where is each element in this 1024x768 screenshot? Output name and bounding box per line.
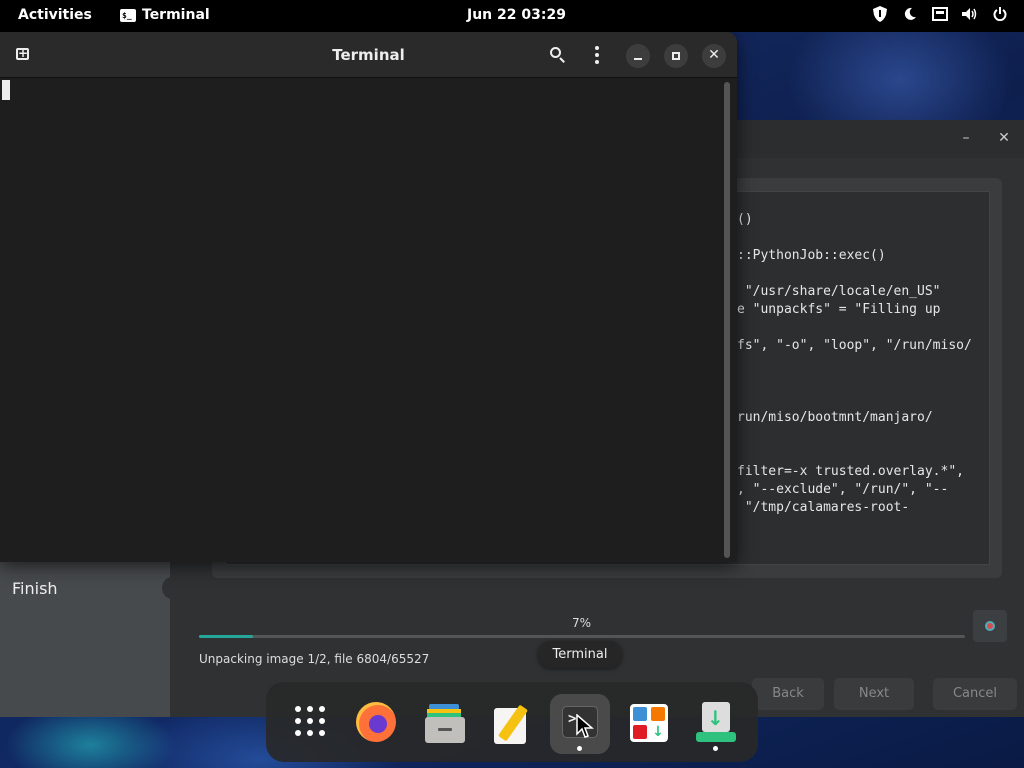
progress-bar-fill bbox=[199, 635, 253, 638]
next-button[interactable]: Next bbox=[834, 678, 914, 710]
terminal-app-icon: $_ bbox=[120, 8, 136, 22]
progress-percent: 7% bbox=[572, 616, 592, 630]
log-line: filter=-x trusted.overlay.*", bbox=[737, 464, 964, 479]
installer-titlebar bbox=[737, 120, 1024, 158]
dock-files[interactable] bbox=[414, 694, 474, 754]
terminal-window[interactable]: + Terminal ✕ bbox=[0, 32, 737, 562]
maximize-icon bbox=[672, 52, 680, 60]
log-line: "/usr/share/locale/en_US" bbox=[737, 284, 941, 299]
software-icon: ↓ bbox=[630, 704, 668, 742]
running-indicator bbox=[577, 746, 582, 751]
sidebar-step-finish: Finish bbox=[12, 579, 58, 598]
installer-close-button[interactable]: ✕ bbox=[993, 128, 1015, 150]
minimize-icon bbox=[634, 58, 642, 60]
firefox-icon bbox=[356, 702, 396, 742]
search-icon bbox=[550, 47, 561, 58]
app-menu-label: Terminal bbox=[142, 7, 210, 23]
dock-tooltip: Terminal bbox=[538, 641, 622, 668]
maximize-button[interactable] bbox=[664, 44, 688, 68]
dock-firefox[interactable] bbox=[346, 694, 406, 754]
installer-minimize-button[interactable]: – bbox=[955, 128, 977, 150]
log-line: "/tmp/calamares-root- bbox=[737, 500, 910, 515]
clock[interactable]: Jun 22 03:29 bbox=[467, 7, 566, 23]
text-editor-icon bbox=[494, 704, 530, 746]
log-line: fs", "-o", "loop", "/run/miso/ bbox=[737, 338, 972, 353]
terminal-cursor bbox=[2, 80, 10, 100]
bug-icon bbox=[985, 621, 995, 631]
dock: >_ ↓ ↓ bbox=[266, 682, 758, 762]
files-icon bbox=[425, 704, 465, 743]
close-button[interactable]: ✕ bbox=[702, 44, 726, 68]
top-bar: Activities $_ Terminal Jun 22 03:29 bbox=[0, 0, 1024, 32]
sidebar-indicator bbox=[162, 577, 182, 599]
progress-status: Unpacking image 1/2, file 6804/65527 bbox=[199, 652, 430, 666]
app-grid-icon bbox=[295, 706, 325, 736]
activities-button[interactable]: Activities bbox=[18, 7, 92, 23]
progress-bar bbox=[199, 635, 965, 638]
mouse-pointer-icon bbox=[576, 714, 594, 738]
search-button[interactable] bbox=[548, 45, 568, 65]
minimize-button[interactable] bbox=[626, 44, 650, 68]
back-button[interactable]: Back bbox=[752, 678, 824, 710]
show-apps-button[interactable] bbox=[278, 694, 338, 754]
terminal-scrollbar[interactable] bbox=[724, 82, 730, 558]
terminal-headerbar: + Terminal ✕ bbox=[0, 32, 737, 78]
log-line: ::PythonJob::exec() bbox=[737, 248, 886, 263]
shield-icon[interactable] bbox=[872, 6, 888, 22]
installer-icon: ↓ bbox=[696, 702, 736, 746]
log-line: () bbox=[737, 212, 753, 227]
kebab-menu-icon bbox=[595, 46, 599, 50]
log-line: , "--exclude", "/run/", "-- bbox=[737, 482, 949, 497]
installer-sidebar: Finish bbox=[0, 561, 170, 717]
log-line: e "unpackfs" = "Filling up bbox=[737, 302, 941, 317]
log-line: run/miso/bootmnt/manjaro/ bbox=[737, 410, 933, 425]
dock-text-editor[interactable] bbox=[482, 694, 542, 754]
app-menu[interactable]: $_ Terminal bbox=[120, 7, 210, 23]
dock-installer[interactable]: ↓ bbox=[686, 694, 746, 754]
volume-icon[interactable] bbox=[962, 6, 978, 22]
debug-button[interactable] bbox=[973, 610, 1007, 642]
cancel-button[interactable]: Cancel bbox=[933, 678, 1017, 710]
dock-software[interactable]: ↓ bbox=[618, 694, 678, 754]
night-light-icon[interactable] bbox=[902, 6, 918, 22]
menu-button[interactable] bbox=[588, 44, 604, 66]
running-indicator bbox=[713, 746, 718, 751]
power-icon[interactable] bbox=[992, 6, 1008, 22]
network-icon[interactable] bbox=[932, 6, 948, 22]
system-tray[interactable] bbox=[872, 6, 1008, 22]
close-icon: ✕ bbox=[708, 47, 720, 63]
